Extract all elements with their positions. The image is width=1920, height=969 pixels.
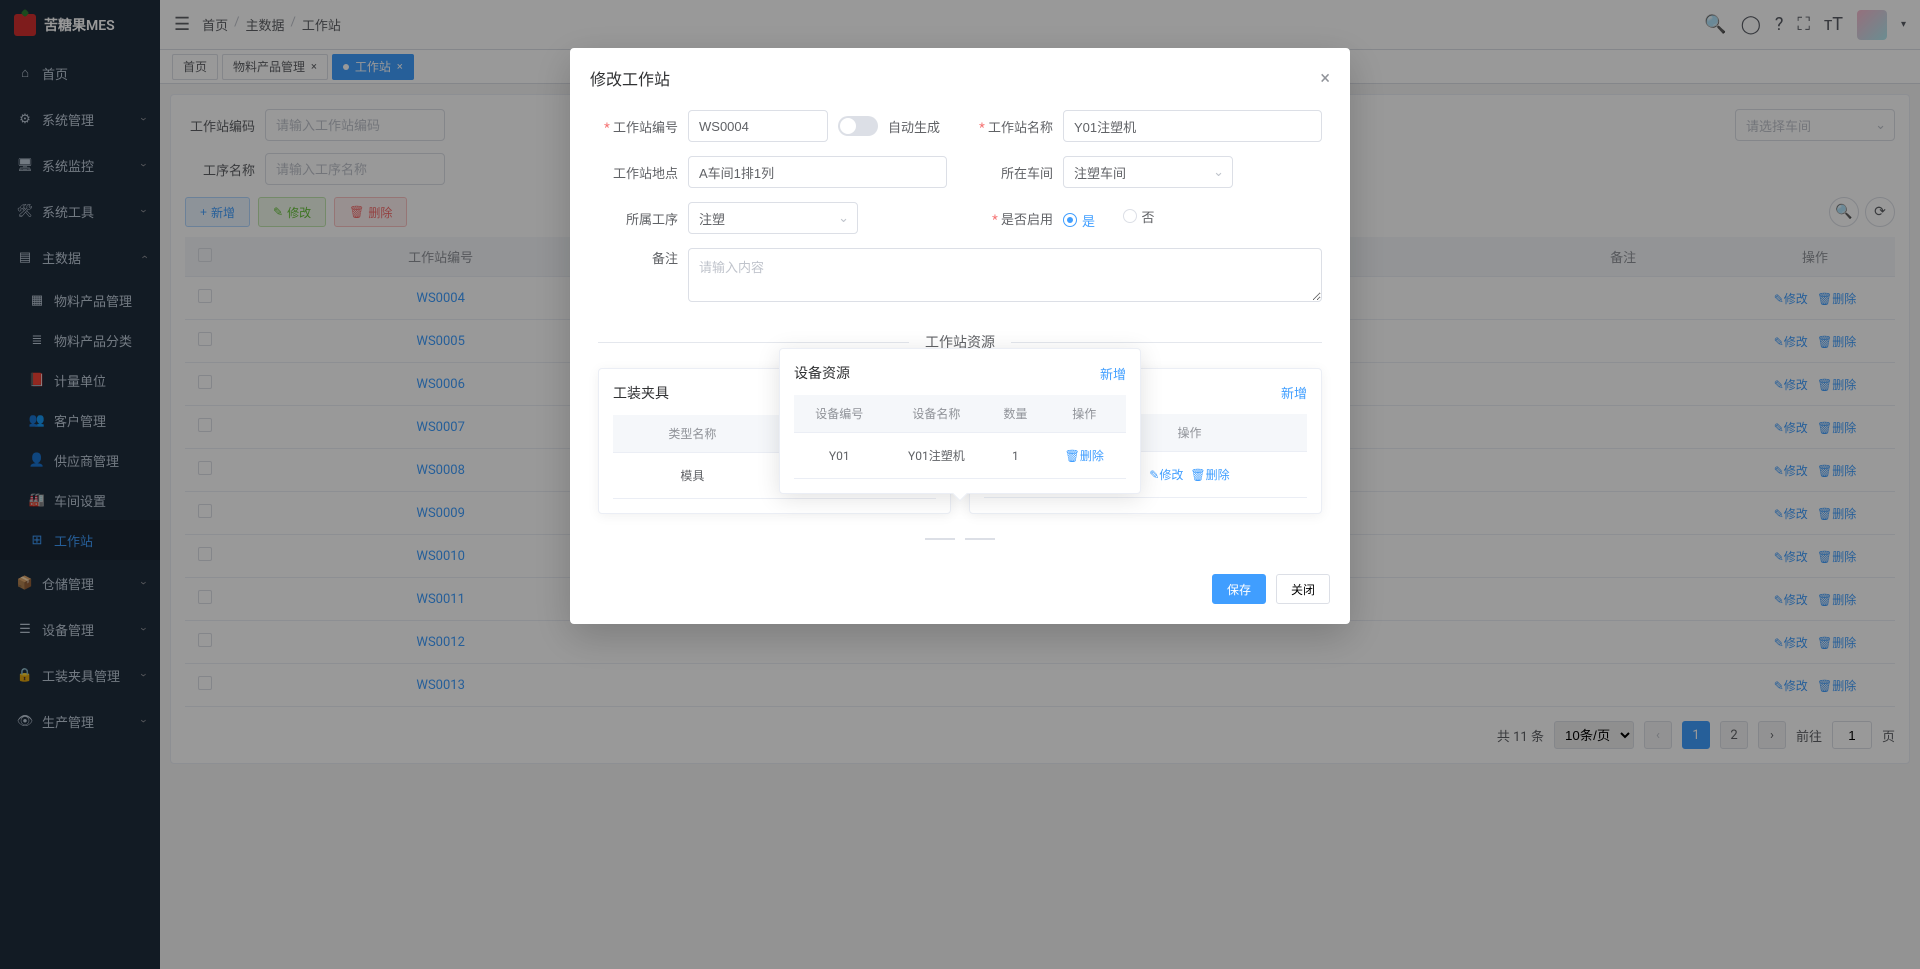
close-icon[interactable]: × <box>1320 68 1330 89</box>
field-location: 工作站地点 <box>598 156 947 188</box>
field-workshop: 所在车间 注塑车间 <box>973 156 1322 188</box>
edit-workstation-dialog: 修改工作站 × 工作站编号 自动生成 工作站名称 工作站地点 <box>570 48 1350 624</box>
field-process: 所属工序 注塑 <box>598 202 947 234</box>
field-remark: 备注 <box>598 248 1322 306</box>
auto-gen-switch[interactable] <box>838 116 878 136</box>
location-input[interactable] <box>688 156 947 188</box>
remark-textarea[interactable] <box>688 248 1322 302</box>
save-button[interactable]: 保存 <box>1212 574 1266 604</box>
field-enable: 是否启用 是 否 <box>973 202 1322 234</box>
modal-overlay: 修改工作站 × 工作站编号 自动生成 工作站名称 工作站地点 <box>0 0 1920 969</box>
right-add-link[interactable]: 新增 <box>1281 383 1307 402</box>
name-input[interactable] <box>1063 110 1322 142</box>
equip-row: Y01 Y01注塑机 1 🗑删除 <box>794 433 1126 479</box>
scroll-indicator <box>598 538 1322 540</box>
dialog-body: 工作站编号 自动生成 工作站名称 工作站地点 所在车间 <box>570 100 1350 560</box>
right-delete-action[interactable]: 🗑删除 <box>1190 468 1229 482</box>
equip-delete-action[interactable]: 🗑删除 <box>1065 449 1104 463</box>
enable-no-radio[interactable]: 否 <box>1123 207 1155 226</box>
dialog-footer: 保存 关闭 <box>570 560 1350 624</box>
close-button[interactable]: 关闭 <box>1276 574 1330 604</box>
right-edit-action[interactable]: ✎修改 <box>1149 468 1183 482</box>
field-code: 工作站编号 自动生成 <box>598 110 947 142</box>
resource-row: 工装夹具 类型名称 数量 模具 1 ✎ <box>598 368 1322 514</box>
process-select[interactable]: 注塑 <box>688 202 858 234</box>
workshop-select[interactable]: 注塑车间 <box>1063 156 1233 188</box>
enable-yes-radio[interactable]: 是 <box>1063 211 1095 230</box>
equipment-popover: 设备资源 新增 设备编号 设备名称 数量 操作 Y01 Y01注塑机 <box>779 348 1141 494</box>
equip-add-link[interactable]: 新增 <box>1100 364 1126 383</box>
code-input[interactable] <box>688 110 828 142</box>
dialog-title: 修改工作站 <box>590 66 670 90</box>
dialog-header: 修改工作站 × <box>570 48 1350 100</box>
field-name: 工作站名称 <box>973 110 1322 142</box>
